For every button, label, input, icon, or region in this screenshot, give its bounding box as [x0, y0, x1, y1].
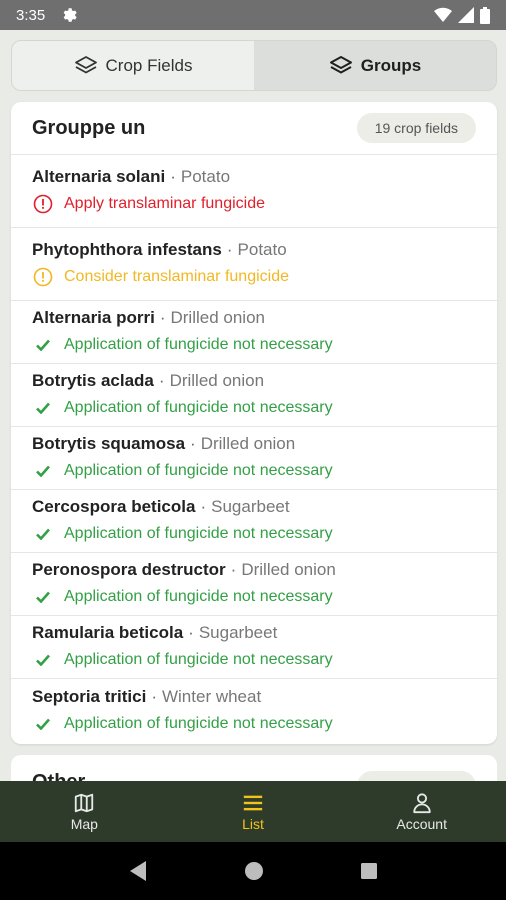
disease-name: Phytophthora infestans	[32, 240, 222, 259]
check-icon	[32, 523, 54, 545]
check-icon	[32, 460, 54, 482]
layers-icon	[329, 55, 352, 73]
nav-label: List	[242, 815, 264, 832]
signal-icon	[458, 7, 474, 23]
list-item[interactable]: Alternaria solani · Potato Apply translami…	[11, 155, 497, 228]
advice-text: Application of fungicide not necessary	[64, 525, 333, 542]
disease-name: Botrytis aclada	[32, 371, 154, 390]
list-item[interactable]: Phytophthora infestans · Potato Consider t…	[11, 228, 497, 301]
group-card: Grouppe un 19 crop fields Alternaria sol…	[11, 102, 497, 744]
advice-text: Application of fungicide not necessary	[64, 714, 333, 732]
disease-name: Cercospora beticola	[32, 497, 196, 516]
list-icon	[243, 795, 263, 810]
system-navigation-bar	[0, 842, 506, 900]
crop-name: Sugarbeet	[211, 497, 290, 516]
disease-name: Ramularia beticola	[32, 623, 184, 642]
list-item[interactable]: Ramularia beticola · Sugarbeet Application…	[11, 616, 497, 679]
crop-name: Drilled onion	[241, 560, 336, 579]
nav-item-account[interactable]: Account	[337, 781, 506, 842]
advice-text: Application of fungicide not necessary	[64, 588, 333, 605]
nav-label: Map	[70, 815, 98, 832]
nav-label: Account	[396, 815, 447, 832]
view-switcher: Crop Fields Groups	[11, 40, 497, 91]
disease-name: Peronospora destructor	[32, 560, 226, 579]
alert-circle-icon	[32, 266, 54, 288]
crop-name: Drilled onion	[200, 434, 296, 453]
tab-crop-fields[interactable]: Crop Fields	[12, 41, 254, 90]
disease-name: Alternaria solani	[32, 167, 166, 186]
tab-label: Groups	[360, 55, 422, 75]
back-icon[interactable]	[128, 860, 148, 882]
disease-name: Alternaria porri	[32, 308, 155, 327]
check-icon	[32, 649, 54, 671]
nav-item-list[interactable]: List	[169, 781, 338, 842]
crop-name: Potato	[237, 240, 287, 259]
account-icon	[412, 792, 431, 813]
recents-icon[interactable]	[360, 862, 378, 880]
nav-item-map[interactable]: Map	[0, 781, 169, 842]
list-item[interactable]: Peronospora destructor · Drilled onion App…	[11, 553, 497, 616]
layers-icon	[74, 55, 97, 73]
tab-groups[interactable]: Groups	[254, 41, 496, 90]
crop-name: Potato	[180, 167, 231, 186]
list-item[interactable]: Cercospora beticola · Sugarbeet Applicatio…	[11, 490, 497, 553]
advice-text: Application of fungicide not necessary	[64, 462, 333, 479]
group-title: Grouppe un	[32, 116, 146, 139]
battery-icon	[480, 6, 490, 24]
check-icon	[32, 713, 54, 735]
disease-name: Botrytis squamosa	[32, 434, 186, 453]
status-time: 3:35	[16, 6, 46, 24]
group-header[interactable]: Grouppe un 19 crop fields	[11, 102, 497, 155]
advice-text: Application of fungicide not necessary	[64, 651, 333, 668]
crop-name: Drilled onion	[170, 308, 265, 327]
bottom-navigation: Map List Account	[0, 781, 506, 842]
disease-name: Septoria tritici	[32, 686, 147, 706]
crop-field-count-badge: 19 crop fields	[356, 113, 476, 143]
list-item[interactable]: Botrytis aclada · Drilled onion Applicatio…	[11, 364, 497, 427]
home-icon[interactable]	[244, 861, 264, 881]
status-bar: 3:35	[0, 0, 506, 30]
list-item[interactable]: Alternaria porri · Drilled onion Applicati…	[11, 301, 497, 364]
alert-circle-icon	[32, 193, 54, 215]
wifi-icon	[434, 7, 452, 23]
check-icon	[32, 334, 54, 356]
crop-name: Drilled onion	[169, 371, 265, 390]
gear-icon	[63, 8, 77, 22]
crop-name: Sugarbeet	[198, 623, 278, 642]
check-icon	[32, 397, 54, 419]
list-item[interactable]: Botrytis squamosa · Drilled onion Applicat…	[11, 427, 497, 490]
advice-text: Consider translaminar fungicide	[64, 268, 289, 285]
tab-label: Crop Fields	[105, 55, 193, 75]
check-icon	[32, 586, 54, 608]
advice-text: Application of fungicide not necessary	[64, 336, 333, 353]
advice-text: Apply translaminar fungicide	[64, 195, 265, 212]
advice-text: Application of fungicide not necessary	[64, 399, 333, 416]
list-item[interactable]: Septoria tritici · Winter wheat Applicatio…	[11, 679, 497, 742]
crop-name: Winter wheat	[161, 686, 262, 706]
map-icon	[75, 793, 94, 812]
